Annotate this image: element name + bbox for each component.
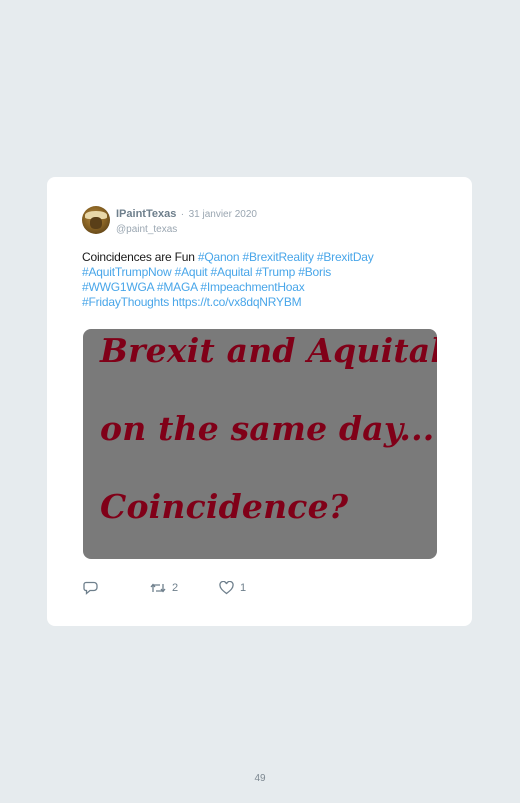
reply-icon xyxy=(83,581,98,595)
reply-button[interactable] xyxy=(83,581,98,595)
hashtag-line-1[interactable]: #Qanon #BrexitReality #BrexitDay xyxy=(198,250,374,264)
media-text-line-2: on the same day... xyxy=(100,409,435,448)
tweet-text: Coincidences are Fun #Qanon #BrexitReali… xyxy=(82,250,437,310)
media-text-line-1: Brexit and Aquital xyxy=(100,331,437,370)
retweet-icon xyxy=(150,581,166,595)
like-button[interactable]: 1 xyxy=(219,581,246,595)
tweet-header: IPaintTexas · 31 janvier 2020 @paint_tex… xyxy=(82,204,442,235)
media-text-line-3: Coincidence? xyxy=(100,487,349,526)
user-handle[interactable]: @paint_texas xyxy=(116,224,257,235)
tweet-card: IPaintTexas · 31 janvier 2020 @paint_tex… xyxy=(47,177,472,626)
heart-icon xyxy=(219,581,234,595)
author-info: IPaintTexas · 31 janvier 2020 @paint_tex… xyxy=(116,204,257,235)
retweet-count: 2 xyxy=(172,582,179,594)
like-count: 1 xyxy=(240,582,247,594)
retweet-button[interactable]: 2 xyxy=(150,581,178,595)
hashtag-line-4[interactable]: #FridayThoughts https://t.co/vx8dqNRYBM xyxy=(82,295,302,309)
separator: · xyxy=(180,209,185,220)
hashtag-line-2[interactable]: #AquitTrumpNow #Aquit #Aquital #Trump #B… xyxy=(82,265,331,279)
tweet-text-plain: Coincidences are Fun xyxy=(82,250,198,264)
display-name[interactable]: IPaintTexas xyxy=(116,208,176,220)
page-number: 49 xyxy=(254,773,266,784)
tweet-media-image[interactable]: Brexit and Aquital on the same day... Co… xyxy=(83,329,437,559)
avatar-face xyxy=(90,217,102,229)
avatar[interactable] xyxy=(82,206,110,234)
tweet-date[interactable]: 31 janvier 2020 xyxy=(189,209,257,220)
tweet-actions: 2 1 xyxy=(83,581,383,601)
hashtag-line-3[interactable]: #WWG1WGA #MAGA #ImpeachmentHoax xyxy=(82,280,305,294)
